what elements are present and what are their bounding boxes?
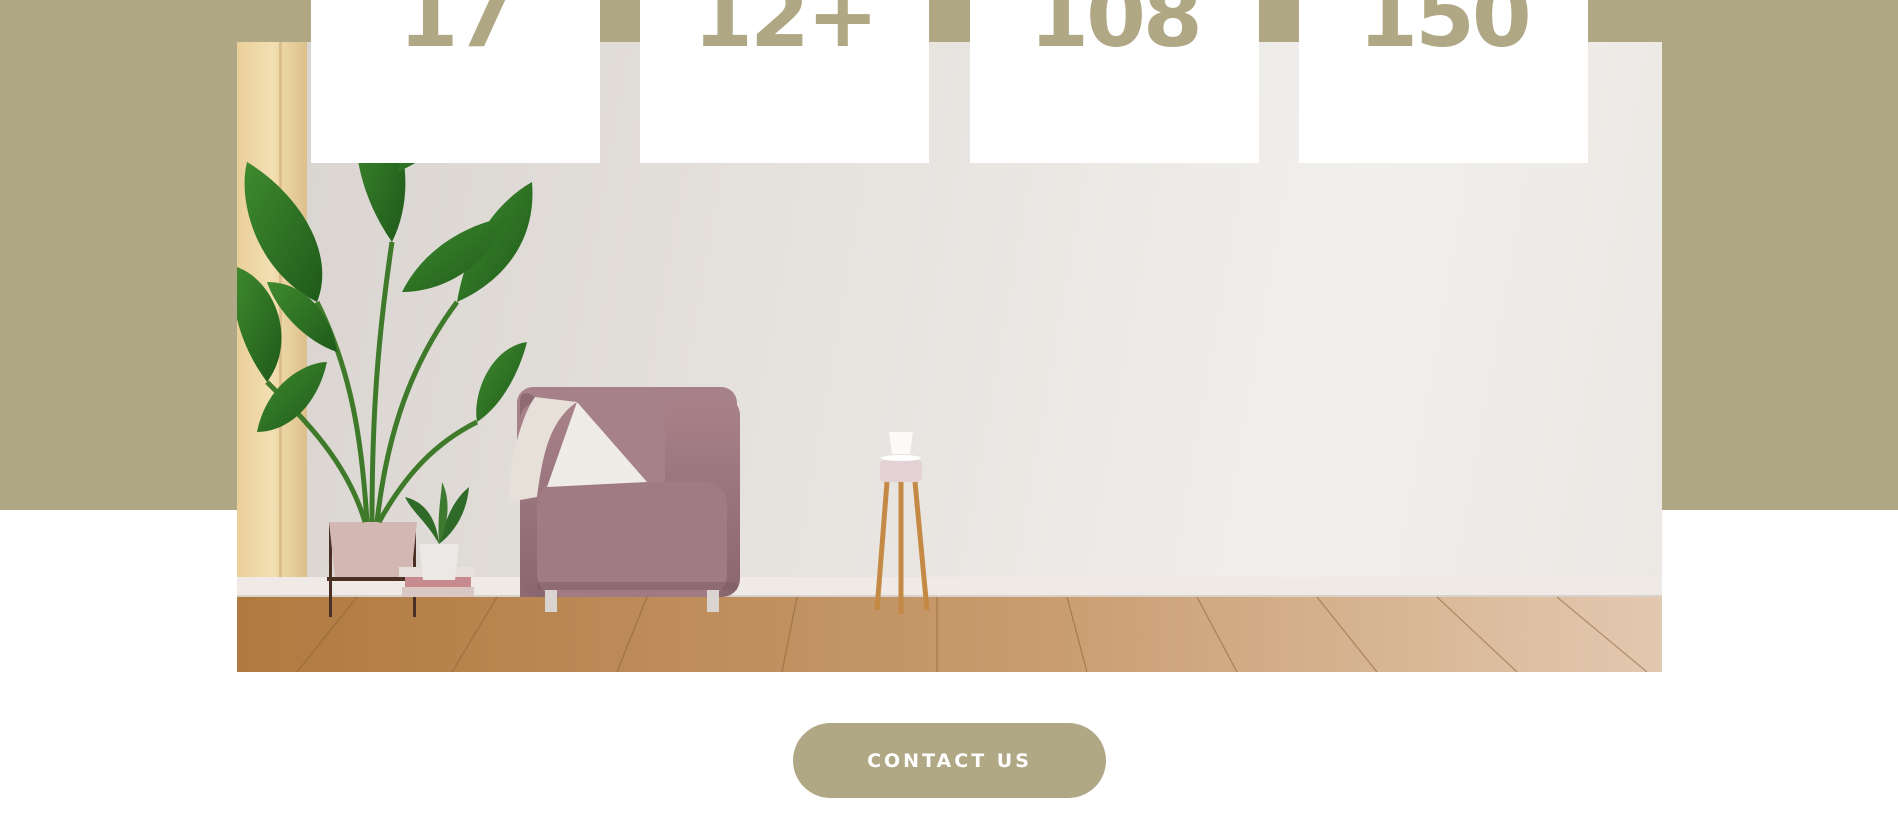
- stat-card-1: 17: [311, 0, 600, 163]
- armchair: [508, 387, 740, 612]
- contact-us-button[interactable]: CONTACT US: [793, 723, 1106, 798]
- stat-value-3: 108: [1029, 0, 1203, 67]
- stat-value-1: 17: [398, 0, 516, 67]
- stat-value-2: 12+: [693, 0, 879, 67]
- stat-card-3: 108: [970, 0, 1259, 163]
- stat-card-4: 150: [1299, 0, 1588, 163]
- stat-card-2: 12+: [640, 0, 929, 163]
- stat-value-4: 150: [1358, 0, 1532, 67]
